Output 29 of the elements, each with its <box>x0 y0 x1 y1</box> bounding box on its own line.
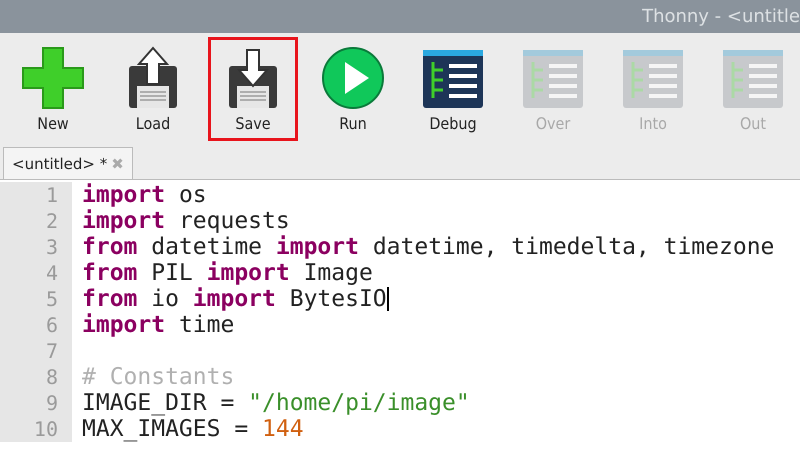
line-number: 1 <box>0 182 72 208</box>
toolbar-button[interactable]: New <box>8 37 98 141</box>
line-number: 5 <box>0 286 72 312</box>
tab-label: <untitled> * <box>12 154 108 172</box>
editor-tab[interactable]: <untitled> * ✖ <box>3 147 133 179</box>
code-line: IMAGE_DIR = "/home/pi/image" <box>82 390 470 416</box>
line-number: 10 <box>0 416 72 442</box>
code-line: from datetime import datetime, timedelta, timezone <box>82 234 774 260</box>
line-number: 8 <box>0 364 72 390</box>
code-line: import os <box>82 182 207 208</box>
line-number: 3 <box>0 234 72 260</box>
code-line: import time <box>82 312 234 338</box>
plus-icon <box>21 46 85 110</box>
toolbar-button[interactable]: Save <box>208 37 298 141</box>
code-line: MAX_IMAGES = 144 <box>82 416 304 442</box>
line-number: 6 <box>0 312 72 338</box>
line-number: 7 <box>0 338 72 364</box>
code-line: import requests <box>82 208 290 234</box>
toolbar-button[interactable]: Run <box>308 37 398 141</box>
code-line: from PIL import Image <box>82 260 373 286</box>
toolbar-button[interactable]: Load <box>108 37 198 141</box>
play-icon <box>321 46 385 110</box>
code-line: from io import BytesIO <box>82 286 387 312</box>
line-number: 2 <box>0 208 72 234</box>
line-number: 4 <box>0 260 72 286</box>
toolbar-button[interactable]: Debug <box>408 37 498 141</box>
line-number: 9 <box>0 390 72 416</box>
code-line: # Constants <box>82 364 234 390</box>
window-title: Thonny - <untitle <box>642 6 800 27</box>
